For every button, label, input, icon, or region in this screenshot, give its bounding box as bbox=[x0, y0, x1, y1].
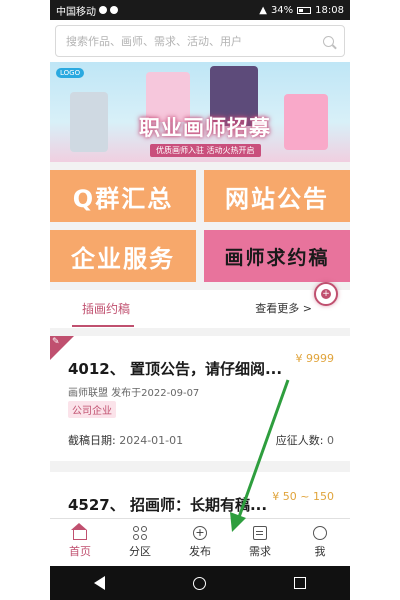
search-bar-container: 搜索作品、画师、需求、活动、用户 bbox=[50, 20, 350, 62]
home-icon bbox=[71, 523, 87, 540]
deadline-value: 2024-01-01 bbox=[119, 434, 184, 447]
section-tab-row: 插画约稿 查看更多 > bbox=[50, 290, 350, 328]
bottom-tab-bar: 首页 分区 + 发布 需求 我 bbox=[50, 518, 350, 566]
plus-circle-icon: + bbox=[193, 526, 207, 540]
search-input[interactable]: 搜索作品、画师、需求、活动、用户 bbox=[55, 25, 345, 57]
tab-label: 我 bbox=[314, 545, 326, 558]
search-placeholder: 搜索作品、画师、需求、活动、用户 bbox=[66, 35, 242, 48]
view-more-link[interactable]: 查看更多 > bbox=[255, 300, 312, 316]
post-price: ¥ 50 ~ 150 bbox=[272, 490, 334, 503]
artist-commission-tile[interactable]: 画师求约稿 bbox=[204, 230, 350, 282]
tab-label: 分区 bbox=[129, 545, 151, 558]
document-icon bbox=[253, 526, 267, 540]
enterprise-service-tile[interactable]: 企业服务 bbox=[50, 230, 196, 282]
post-deadline: 截稿日期: 2024-01-01 bbox=[68, 432, 183, 448]
search-icon[interactable] bbox=[323, 35, 334, 47]
post-applicants: 应征人数: 0 bbox=[276, 432, 334, 448]
tab-publish[interactable]: + 发布 bbox=[170, 519, 230, 566]
phone-bezel-right bbox=[350, 0, 400, 600]
floating-plus-button[interactable]: + bbox=[314, 282, 338, 306]
recent-apps-icon[interactable] bbox=[294, 577, 306, 589]
message-icon bbox=[110, 6, 118, 14]
user-icon bbox=[313, 526, 327, 540]
clock: 18:08 bbox=[315, 4, 344, 16]
active-tab-indicator bbox=[72, 325, 134, 327]
qq-group-tile[interactable]: Q群汇总 bbox=[50, 170, 196, 222]
carrier-label: 中国移动 bbox=[56, 6, 96, 18]
banner-title: 职业画师招募 bbox=[139, 115, 271, 140]
post-price: ¥ 9999 bbox=[295, 352, 335, 365]
status-bar: 中国移动 ▲ 34% 18:08 bbox=[50, 0, 350, 20]
signal-icon: ▲ bbox=[259, 4, 267, 16]
grid-icon bbox=[133, 526, 147, 540]
notification-icon bbox=[99, 6, 107, 14]
tab-label: 首页 bbox=[69, 545, 91, 558]
tab-home[interactable]: 首页 bbox=[50, 519, 110, 566]
site-announcement-tile[interactable]: 网站公告 bbox=[204, 170, 350, 222]
tab-label: 发布 bbox=[189, 545, 211, 558]
battery-percent: 34% bbox=[270, 4, 294, 16]
tab-illustration-commissions[interactable]: 插画约稿 bbox=[82, 300, 130, 317]
post-title[interactable]: 4527、 招画师：长期有稿... bbox=[68, 494, 267, 515]
post-meta: 画师联盟 发布于2022-09-07 bbox=[68, 388, 200, 399]
post-card[interactable]: ✎ 4012、 置顶公告，请仔细阅... ¥ 9999 画师联盟 发布于2022… bbox=[50, 336, 350, 461]
deadline-label: 截稿日期: bbox=[68, 434, 116, 447]
plus-icon: + bbox=[321, 289, 331, 299]
home-circle-icon[interactable] bbox=[193, 576, 206, 590]
app-screen: 中国移动 ▲ 34% 18:08 搜索作品、画师、需求、活动、用户 LOGO 职… bbox=[50, 0, 350, 600]
back-icon[interactable] bbox=[94, 576, 105, 590]
applicants-value: 0 bbox=[327, 434, 334, 447]
tab-label: 需求 bbox=[249, 545, 271, 558]
phone-bezel-left bbox=[0, 0, 50, 600]
promo-banner[interactable]: LOGO 职业画师招募 优质画师入驻 活动火热开启 bbox=[50, 62, 350, 162]
site-logo: LOGO bbox=[56, 68, 85, 78]
tab-requests[interactable]: 需求 bbox=[230, 519, 290, 566]
tab-categories[interactable]: 分区 bbox=[110, 519, 170, 566]
system-nav-bar bbox=[50, 566, 350, 600]
applicants-label: 应征人数: bbox=[275, 434, 324, 447]
pin-icon: ✎ bbox=[52, 337, 60, 347]
tab-me[interactable]: 我 bbox=[290, 519, 350, 566]
post-title[interactable]: 4012、 置顶公告，请仔细阅... bbox=[68, 358, 282, 379]
battery-icon bbox=[297, 6, 312, 14]
banner-subtitle: 优质画师入驻 活动火热开启 bbox=[150, 144, 261, 157]
post-tag: 公司企业 bbox=[68, 401, 116, 418]
